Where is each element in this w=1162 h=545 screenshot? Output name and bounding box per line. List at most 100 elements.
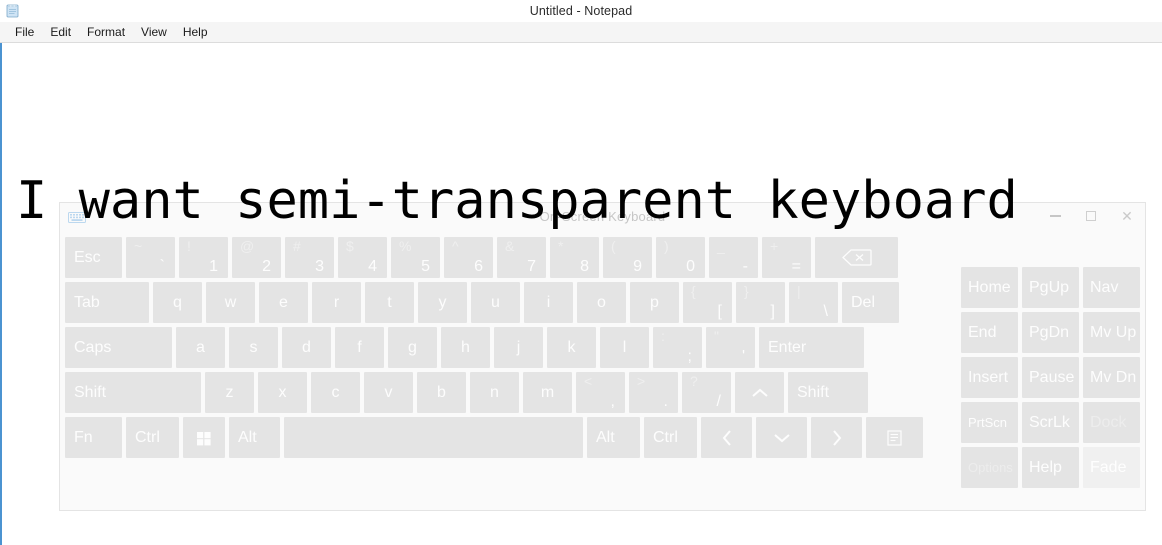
key-e[interactable]: e [259, 282, 308, 323]
key-enter[interactable]: Enter [759, 327, 864, 368]
key-z[interactable]: z [205, 372, 254, 413]
menu-format[interactable]: Format [79, 22, 133, 42]
key-label: 0 [686, 258, 695, 275]
key-arrow-right[interactable] [811, 417, 862, 458]
key-3[interactable]: #3 [285, 237, 334, 278]
key-l[interactable]: l [600, 327, 649, 368]
close-icon[interactable]: ✕ [1109, 203, 1145, 229]
key-dock[interactable]: Dock [1083, 402, 1140, 443]
key-label: Options [968, 460, 1013, 475]
key-shift-label: # [293, 238, 301, 254]
key-n[interactable]: n [470, 372, 519, 413]
key-w[interactable]: w [206, 282, 255, 323]
key-o[interactable]: o [577, 282, 626, 323]
key-quote[interactable]: " ' [706, 327, 755, 368]
key-windows[interactable] [183, 417, 225, 458]
key-prtscn[interactable]: PrtScn [961, 402, 1018, 443]
key-t[interactable]: t [365, 282, 414, 323]
key-g[interactable]: g [388, 327, 437, 368]
maximize-icon[interactable] [1073, 203, 1109, 229]
key-q[interactable]: q [153, 282, 202, 323]
key-s[interactable]: s [229, 327, 278, 368]
key-backspace[interactable] [815, 237, 898, 278]
key-insert[interactable]: Insert [961, 357, 1018, 398]
key-a[interactable]: a [176, 327, 225, 368]
key-shift-right[interactable]: Shift [788, 372, 868, 413]
key-comma[interactable]: <, [576, 372, 625, 413]
key-u[interactable]: u [471, 282, 520, 323]
key-label: u [491, 293, 500, 311]
osk-title-bar[interactable]: On-Screen Keyboard ✕ [60, 203, 1145, 233]
menu-view[interactable]: View [133, 22, 175, 42]
key-semicolon[interactable]: :; [653, 327, 702, 368]
key-equals[interactable]: + = [762, 237, 811, 278]
key-nav[interactable]: Nav [1083, 267, 1140, 308]
key-4[interactable]: $4 [338, 237, 387, 278]
key-esc[interactable]: Esc [65, 237, 122, 278]
key-tab[interactable]: Tab [65, 282, 149, 323]
key-pgup[interactable]: PgUp [1022, 267, 1079, 308]
key-b[interactable]: b [417, 372, 466, 413]
menu-edit[interactable]: Edit [42, 22, 79, 42]
key-c[interactable]: c [311, 372, 360, 413]
menu-file[interactable]: File [7, 22, 42, 42]
on-screen-keyboard-window[interactable]: On-Screen Keyboard ✕ Esc ~ ` ! 1 @2 #3 $4 … [60, 203, 1145, 510]
key-arrow-up[interactable] [735, 372, 784, 413]
key-backslash[interactable]: | \ [789, 282, 838, 323]
key-2[interactable]: @2 [232, 237, 281, 278]
backspace-icon [841, 249, 872, 266]
key-scrlk[interactable]: ScrLk [1022, 402, 1079, 443]
key-ctrl-left[interactable]: Ctrl [126, 417, 179, 458]
key-menu[interactable] [866, 417, 923, 458]
key-capslock[interactable]: Caps [65, 327, 172, 368]
key-space[interactable] [284, 417, 583, 458]
key-x[interactable]: x [258, 372, 307, 413]
key-shift-left[interactable]: Shift [65, 372, 201, 413]
key-slash[interactable]: ? / [682, 372, 731, 413]
key-1[interactable]: ! 1 [179, 237, 228, 278]
key-y[interactable]: y [418, 282, 467, 323]
key-5[interactable]: % 5 [391, 237, 440, 278]
key-ctrl-right[interactable]: Ctrl [644, 417, 697, 458]
key-delete[interactable]: Del [842, 282, 899, 323]
key-pause[interactable]: Pause [1022, 357, 1079, 398]
key-fn[interactable]: Fn [65, 417, 122, 458]
key-arrow-down[interactable] [756, 417, 807, 458]
key-9[interactable]: (9 [603, 237, 652, 278]
key-period[interactable]: >. [629, 372, 678, 413]
key-home[interactable]: Home [961, 267, 1018, 308]
key-v[interactable]: v [364, 372, 413, 413]
key-p[interactable]: p [630, 282, 679, 323]
menu-help[interactable]: Help [175, 22, 216, 42]
key-alt-right[interactable]: Alt [587, 417, 640, 458]
key-f[interactable]: f [335, 327, 384, 368]
key-fade[interactable]: Fade [1083, 447, 1140, 488]
key-k[interactable]: k [547, 327, 596, 368]
key-arrow-left[interactable] [701, 417, 752, 458]
key-move-down[interactable]: Mv Dn [1083, 357, 1140, 398]
key-bracket-left[interactable]: {[ [683, 282, 732, 323]
key-bracket-right[interactable]: }] [736, 282, 785, 323]
key-help[interactable]: Help [1022, 447, 1079, 488]
key-0[interactable]: ) 0 [656, 237, 705, 278]
key-label: \ [823, 303, 828, 320]
key-options[interactable]: Options [961, 447, 1018, 488]
key-h[interactable]: h [441, 327, 490, 368]
key-alt-left[interactable]: Alt [229, 417, 280, 458]
key-label: n [490, 383, 499, 401]
key-backtick[interactable]: ~ ` [126, 237, 175, 278]
key-6[interactable]: ^ 6 [444, 237, 493, 278]
key-8[interactable]: * 8 [550, 237, 599, 278]
key-i[interactable]: i [524, 282, 573, 323]
key-j[interactable]: j [494, 327, 543, 368]
key-m[interactable]: m [523, 372, 572, 413]
key-minus[interactable]: _ - [709, 237, 758, 278]
key-label: Shift [797, 383, 830, 401]
key-7[interactable]: & 7 [497, 237, 546, 278]
key-move-up[interactable]: Mv Up [1083, 312, 1140, 353]
key-d[interactable]: d [282, 327, 331, 368]
key-pgdn[interactable]: PgDn [1022, 312, 1079, 353]
key-r[interactable]: r [312, 282, 361, 323]
key-end[interactable]: End [961, 312, 1018, 353]
minimize-icon[interactable] [1037, 203, 1073, 229]
